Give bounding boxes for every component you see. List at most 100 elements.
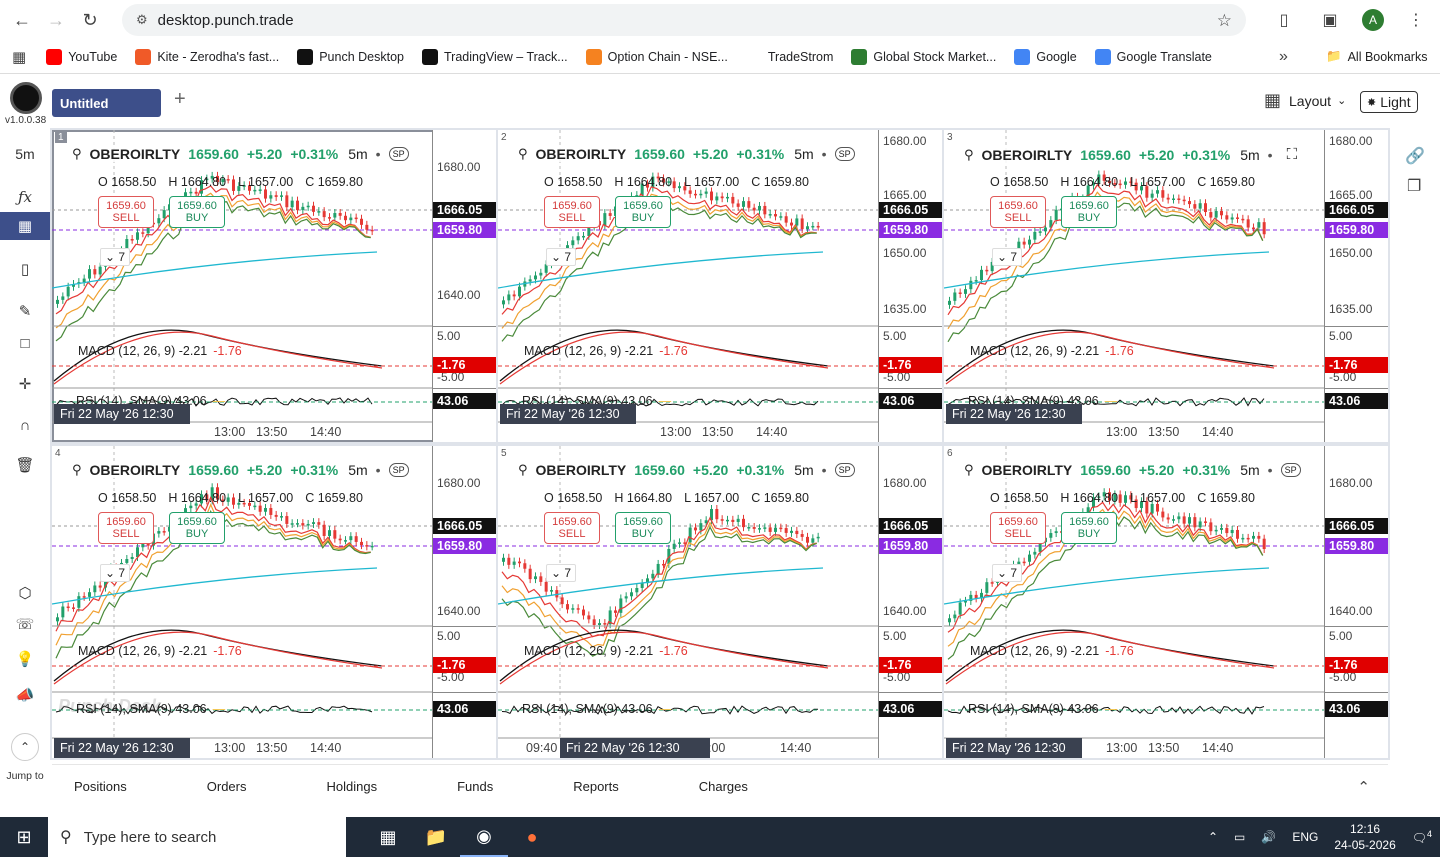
macd-legend[interactable]: MACD (12, 26, 9) -2.21 -1.76	[524, 344, 688, 358]
fullscreen-icon[interactable]: ⛶	[1287, 146, 1298, 163]
notification-icon[interactable]: 🗨4	[1412, 829, 1432, 845]
sp-badge[interactable]: SP	[834, 147, 855, 161]
bottom-tab-holdings[interactable]: Holdings	[326, 779, 377, 794]
time-axis[interactable]: 13:00 13:50 14:40	[498, 422, 878, 442]
bulb-icon[interactable]: 💡	[0, 646, 50, 672]
taskbar-search[interactable]: ⚲ Type here to search	[48, 817, 346, 857]
search-icon[interactable]: ⚲	[72, 146, 82, 162]
bookmark-star-icon[interactable]: ☆	[1217, 11, 1232, 31]
site-info-icon[interactable]: ⚙	[136, 12, 148, 28]
sell-button[interactable]: 1659.60 SELL	[990, 196, 1046, 228]
sell-button[interactable]: 1659.60 SELL	[544, 512, 600, 544]
search-icon[interactable]: ⚲	[964, 462, 974, 478]
sp-badge[interactable]: SP	[834, 463, 855, 477]
trash-icon[interactable]: 🗑	[0, 452, 50, 478]
symbol-name[interactable]: OBEROIRLTY	[90, 462, 181, 478]
search-icon[interactable]: ⚲	[518, 146, 528, 162]
chart-panel-2[interactable]: 2 ⚲ OBEROIRLTY 1659.60 +5.20 +0.31% 5m •…	[498, 130, 942, 442]
chart-panel-5[interactable]: 5 ⚲ OBEROIRLTY 1659.60 +5.20 +0.31% 5m •…	[498, 446, 942, 758]
symbol-name[interactable]: OBEROIRLTY	[982, 462, 1073, 478]
theme-toggle-button[interactable]: ✸ Light	[1360, 91, 1418, 113]
sell-button[interactable]: 1659.60 SELL	[544, 196, 600, 228]
chart-header[interactable]: ⚲ OBEROIRLTY 1659.60 +5.20 +0.31% 5m • ⛶	[964, 146, 1302, 163]
rectangle-tool-icon[interactable]: □	[0, 330, 50, 356]
sp-badge[interactable]: SP	[1280, 463, 1301, 477]
chart-timeframe[interactable]: 5m	[794, 146, 813, 162]
sell-button[interactable]: 1659.60 SELL	[990, 512, 1046, 544]
bottom-tab-reports[interactable]: Reports	[573, 779, 619, 794]
buy-button[interactable]: 1659.60 BUY	[169, 512, 225, 544]
network-icon[interactable]: ▭	[1234, 830, 1245, 844]
price-axis[interactable]: 1680.00 1640.00 5.00 -5.00 1666.05 1659.80 -1.…	[432, 130, 496, 442]
buy-button[interactable]: 1659.60 BUY	[169, 196, 225, 228]
indicator-collapse-toggle[interactable]: ⌄ 7	[100, 564, 131, 582]
chart-header[interactable]: ⚲ OBEROIRLTY 1659.60 +5.20 +0.31% 5m • S…	[72, 462, 413, 478]
sell-button[interactable]: 1659.60 SELL	[98, 196, 154, 228]
bottom-tab-funds[interactable]: Funds	[457, 779, 493, 794]
symbol-name[interactable]: OBEROIRLTY	[536, 462, 627, 478]
buy-button[interactable]: 1659.60 BUY	[615, 196, 671, 228]
macd-legend[interactable]: MACD (12, 26, 9) -2.21 -1.76	[970, 644, 1134, 658]
chart-header[interactable]: ⚲ OBEROIRLTY 1659.60 +5.20 +0.31% 5m • S…	[72, 146, 413, 162]
forward-icon[interactable]: →	[44, 8, 68, 32]
bottom-tab-orders[interactable]: Orders	[207, 779, 247, 794]
price-axis[interactable]: 1680.00 1665.00 1650.00 1635.00 5.00 -5.00 166…	[1324, 130, 1388, 442]
price-axis[interactable]: 1680.00 1640.00 5.00 -5.00 1666.05 1659.80 -1.…	[878, 446, 942, 758]
profile-avatar[interactable]: A	[1362, 9, 1384, 31]
chevron-up-icon[interactable]: ⌃	[1357, 778, 1370, 796]
search-icon[interactable]: ⚲	[964, 147, 974, 163]
volume-icon[interactable]: 🔊	[1261, 830, 1276, 844]
bookmarks-overflow-icon[interactable]: »	[1279, 48, 1288, 66]
megaphone-icon[interactable]: 📣	[0, 682, 50, 708]
sp-badge[interactable]: SP	[388, 147, 409, 161]
chart-panel-6[interactable]: 6 ⚲ OBEROIRLTY 1659.60 +5.20 +0.31% 5m •…	[944, 446, 1388, 758]
price-axis[interactable]: 1680.00 1640.00 5.00 -5.00 1666.05 1659.80 -1.…	[1324, 446, 1388, 758]
apps-grid-icon[interactable]: ▦	[12, 48, 26, 66]
layout-grid-icon-active[interactable]: ▦	[0, 212, 50, 240]
bottom-tab-charges[interactable]: Charges	[699, 779, 748, 794]
layout-button[interactable]: ▦ Layout ⌄	[1264, 90, 1346, 111]
browser-menu-icon[interactable]: ⋮	[1402, 6, 1430, 34]
chart-timeframe[interactable]: 5m	[1240, 462, 1259, 478]
chart-header[interactable]: ⚲ OBEROIRLTY 1659.60 +5.20 +0.31% 5m • S…	[964, 462, 1305, 478]
pencil-icon[interactable]: ✎	[0, 298, 50, 324]
reload-icon[interactable]: ↻	[78, 8, 102, 32]
bookmark-item[interactable]: TradeStrom	[745, 48, 833, 65]
address-bar[interactable]: ⚙ desktop.punch.trade ☆	[122, 4, 1246, 36]
bookmark-item[interactable]: TradingView – Track...	[421, 48, 568, 65]
macd-legend[interactable]: MACD (12, 26, 9) -2.21 -1.76	[78, 344, 242, 358]
macd-legend[interactable]: MACD (12, 26, 9) -2.21 -1.76	[524, 644, 688, 658]
symbol-name[interactable]: OBEROIRLTY	[536, 146, 627, 162]
bookmark-item[interactable]: YouTube	[46, 48, 117, 65]
cast-icon[interactable]: ▣	[1316, 6, 1344, 34]
bookmark-item[interactable]: Google	[1014, 48, 1077, 65]
macd-legend[interactable]: MACD (12, 26, 9) -2.21 -1.76	[970, 344, 1134, 358]
back-icon[interactable]: ←	[10, 8, 34, 32]
candle-type-icon[interactable]: ▯	[0, 256, 50, 282]
chart-timeframe[interactable]: 5m	[348, 146, 367, 162]
sell-button[interactable]: 1659.60 SELL	[98, 512, 154, 544]
indicators-fx-icon[interactable]: ƒx	[0, 184, 50, 210]
tray-chevron-icon[interactable]: ⌃	[1208, 830, 1218, 844]
buy-button[interactable]: 1659.60 BUY	[1061, 512, 1117, 544]
rsi-legend[interactable]: RSI (14), SMA(9) 43.06 —	[76, 702, 225, 716]
bookmark-item[interactable]: Punch Desktop	[297, 48, 404, 65]
chart-panel-3[interactable]: 3 ⚲ OBEROIRLTY 1659.60 +5.20 +0.31% 5m •…	[944, 130, 1388, 442]
search-icon[interactable]: ⚲	[72, 462, 82, 478]
chart-timeframe[interactable]: 5m	[1240, 147, 1259, 163]
bottom-tab-positions[interactable]: Positions	[74, 779, 127, 794]
sp-badge[interactable]: SP	[388, 463, 409, 477]
timeframe-button[interactable]: 5m	[0, 143, 50, 165]
jump-up-icon[interactable]: ⌃	[0, 732, 50, 762]
macd-legend[interactable]: MACD (12, 26, 9) -2.21 -1.76	[78, 644, 242, 658]
rsi-legend[interactable]: RSI (14), SMA(9) 43.06 —	[968, 702, 1117, 716]
firefox-icon[interactable]: ●	[508, 817, 556, 857]
shape-hex-icon[interactable]: ⬡	[0, 580, 50, 606]
language-indicator[interactable]: ENG	[1292, 830, 1318, 844]
calculator-icon[interactable]: ▦	[364, 817, 412, 857]
price-axis[interactable]: 1680.00 1665.00 1650.00 1635.00 5.00 -5.00 166…	[878, 130, 942, 442]
bookmark-item[interactable]: Google Translate	[1094, 48, 1212, 65]
bookmark-item[interactable]: Kite - Zerodha's fast...	[135, 48, 279, 65]
indicator-collapse-toggle[interactable]: ⌄ 7	[546, 564, 577, 582]
clock[interactable]: 12:16 24-05-2026	[1334, 821, 1395, 853]
